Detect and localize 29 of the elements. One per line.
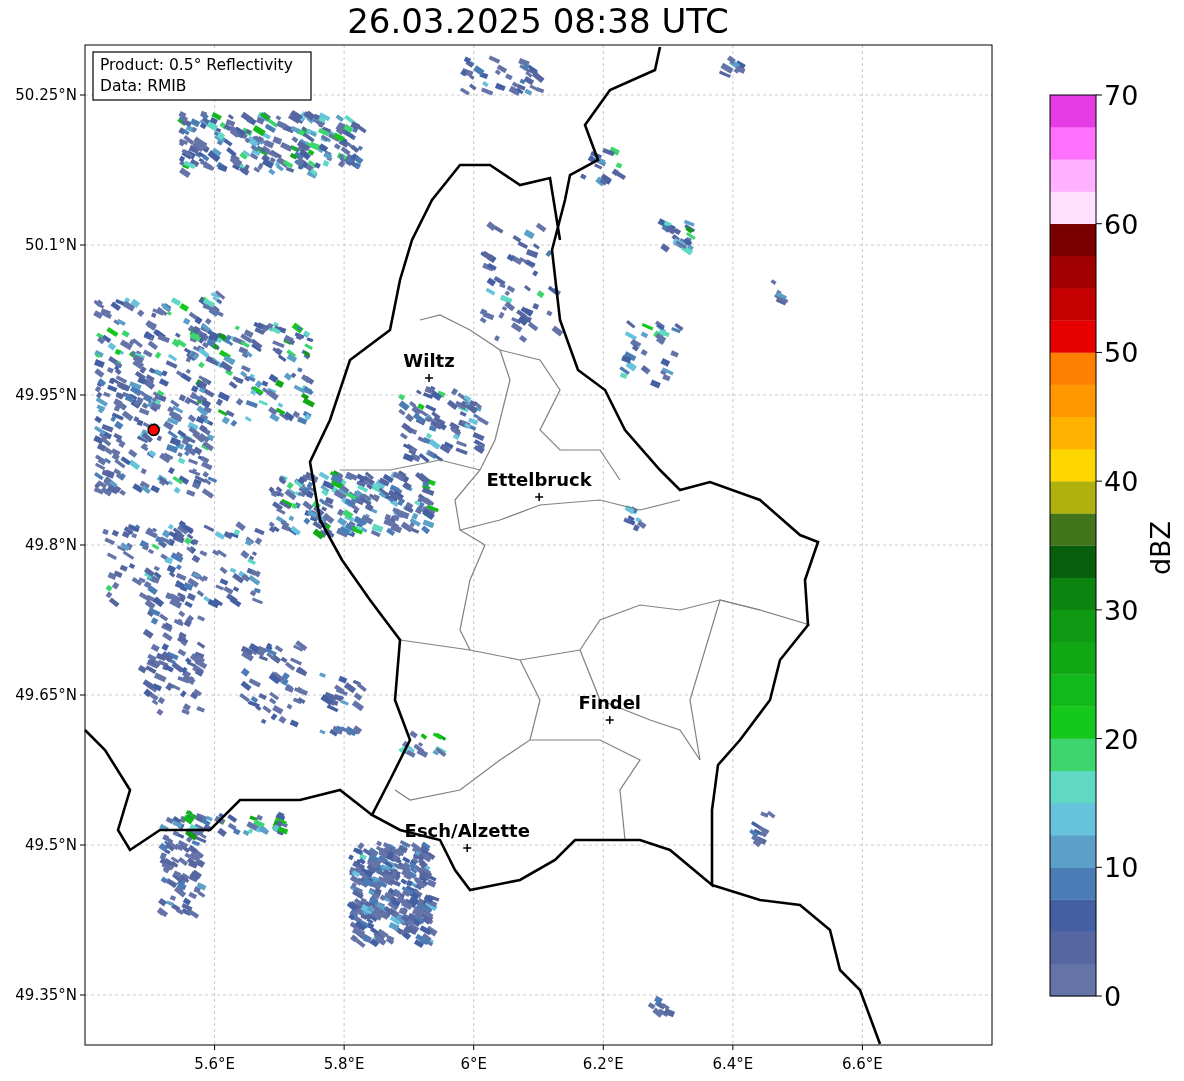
colorbar-tick-label: 40 bbox=[1104, 466, 1139, 498]
axis-tick-label: 5.8°E bbox=[323, 1055, 365, 1073]
axis-tick-label: 50.1°N bbox=[24, 236, 77, 254]
info-text: Product: 0.5° Reflectivity bbox=[100, 56, 293, 74]
colorbar-tick-label: 50 bbox=[1104, 337, 1139, 369]
colorbar-tick-label: 0 bbox=[1104, 981, 1122, 1012]
axis-tick-label: 50.25°N bbox=[15, 86, 77, 104]
colorbar-tick-label: 70 bbox=[1104, 80, 1139, 111]
city-label: Findel bbox=[578, 692, 642, 713]
colorbar-label: dBZ bbox=[1145, 520, 1176, 576]
axis-tick-label: 49.65°N bbox=[15, 686, 77, 704]
colorbar-tick-label: 20 bbox=[1104, 723, 1139, 755]
axis-tick-label: 49.35°N bbox=[15, 986, 77, 1004]
colorbar-tick-label: 60 bbox=[1104, 208, 1139, 240]
city-label: Esch/Alzette bbox=[404, 820, 530, 841]
city-label: Wiltz bbox=[403, 350, 455, 371]
axis-tick-label: 6°E bbox=[460, 1055, 487, 1073]
axis-tick-label: 49.5°N bbox=[24, 836, 77, 854]
colorbar-tick-label: 10 bbox=[1104, 852, 1139, 884]
axis-tick-label: 5.6°E bbox=[194, 1055, 235, 1073]
city-label: Ettelbruck bbox=[486, 469, 592, 490]
axis-tick-label: 6.2°E bbox=[582, 1055, 624, 1073]
axis-tick-label: 6.6°E bbox=[842, 1055, 883, 1073]
chart-title: 26.03.2025 08:38 UTC bbox=[347, 1, 729, 41]
axis-tick-label: 49.95°N bbox=[15, 386, 77, 404]
info-text: Data: RMIB bbox=[100, 77, 187, 95]
colorbar-tick-label: 30 bbox=[1104, 594, 1139, 626]
axis-tick-label: 49.8°N bbox=[24, 536, 77, 554]
axis-tick-label: 6.4°E bbox=[712, 1055, 754, 1073]
